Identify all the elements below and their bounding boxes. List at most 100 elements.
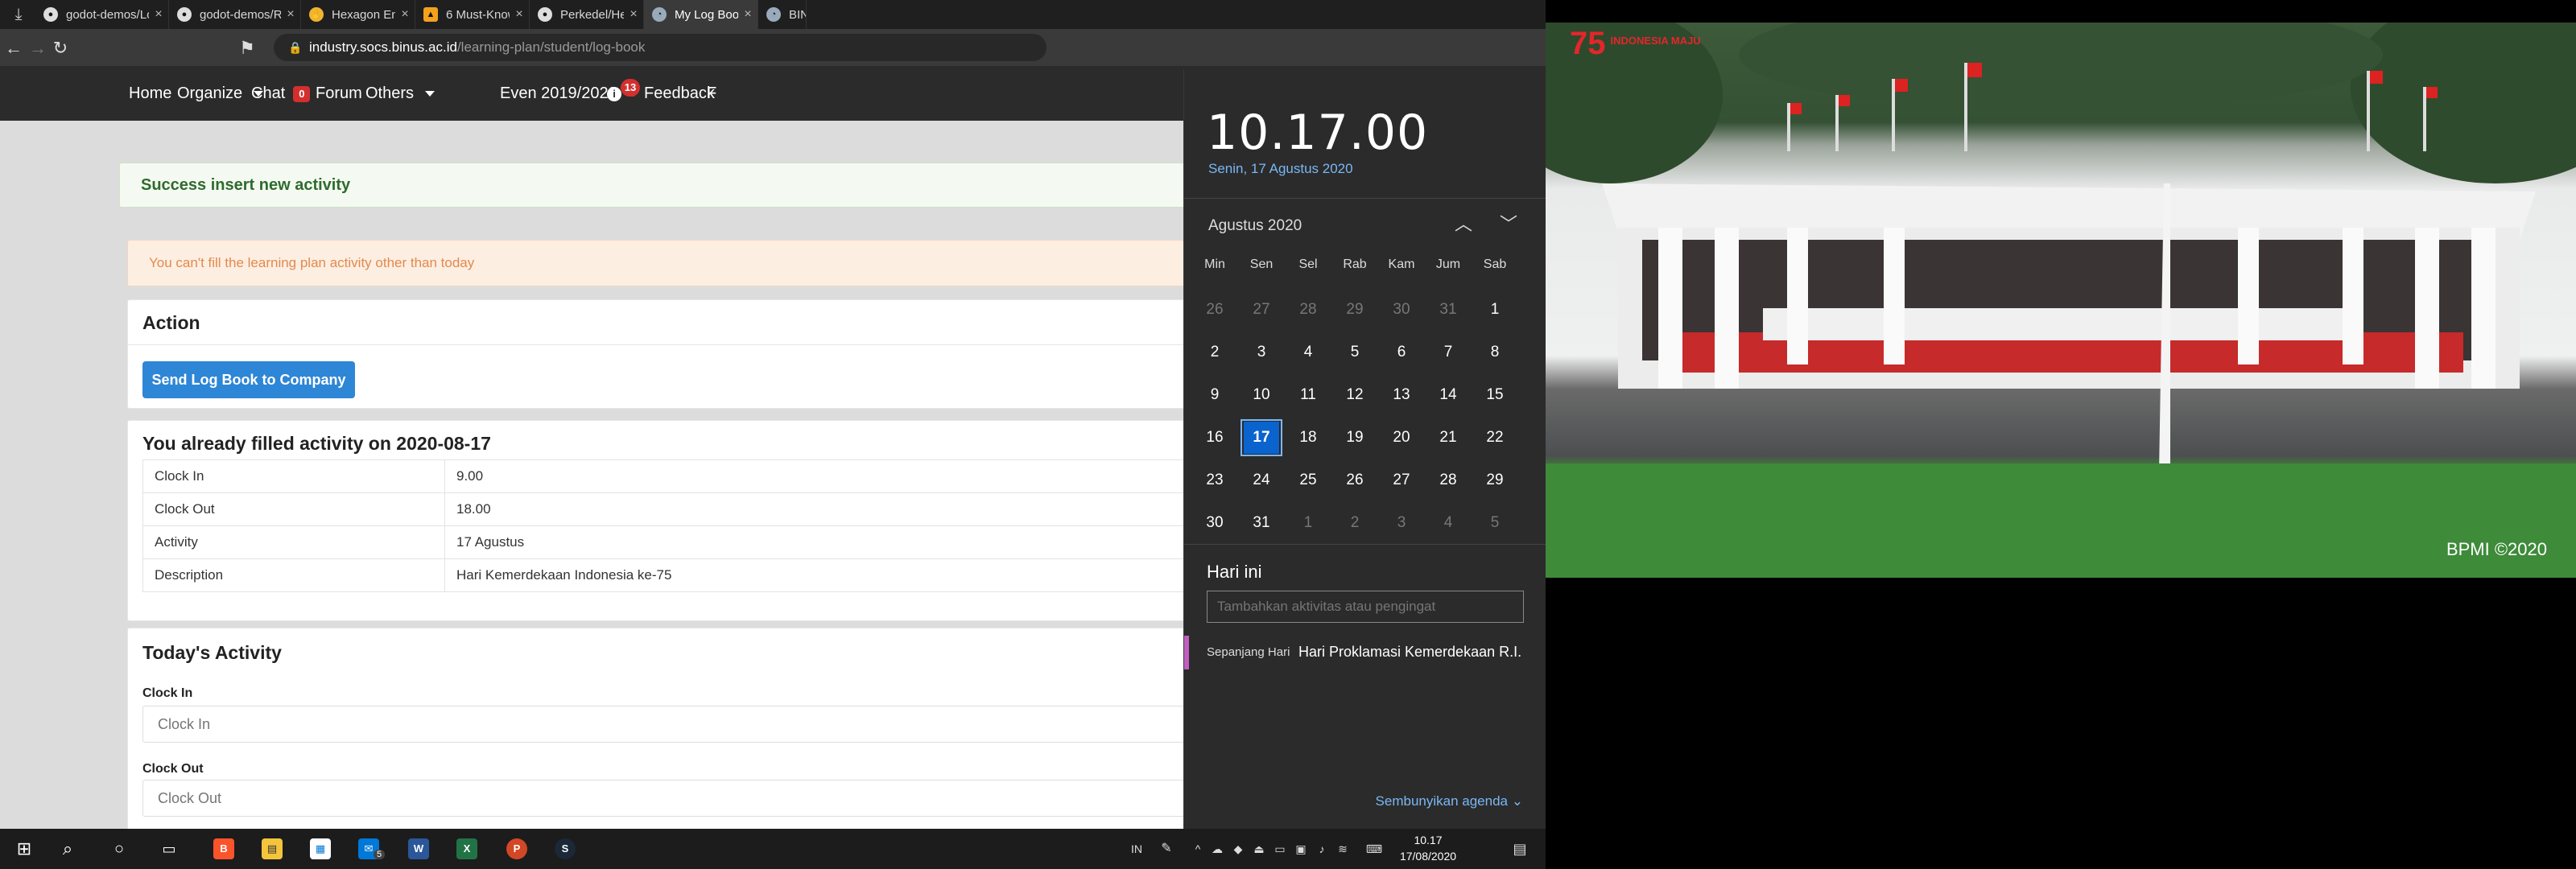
calendar-day[interactable]: 3: [1239, 332, 1284, 373]
close-icon[interactable]: ×: [395, 7, 415, 22]
hide-agenda-link[interactable]: Sembunyikan agenda ⌄: [1376, 793, 1523, 809]
volume-icon[interactable]: ♪: [1312, 829, 1331, 869]
calendar-day[interactable]: 2: [1192, 332, 1237, 373]
send-log-book-button[interactable]: Send Log Book to Company: [142, 361, 355, 398]
tab-log-book[interactable]: ◔ My Log Book ×: [644, 0, 758, 29]
battery-icon[interactable]: ▭: [1270, 829, 1290, 869]
excel-icon[interactable]: X: [443, 829, 491, 869]
forward-icon[interactable]: →: [27, 38, 48, 59]
word-icon[interactable]: W: [394, 829, 443, 869]
reload-icon[interactable]: ↻: [50, 38, 71, 59]
tab-firestore[interactable]: ▲ 6 Must-Know Firestore ×: [415, 0, 530, 29]
close-icon[interactable]: ×: [281, 7, 300, 22]
nav-item-cut[interactable]: F: [707, 66, 716, 121]
language-indicator[interactable]: IN: [1121, 829, 1153, 869]
calendar-day[interactable]: 4: [1426, 503, 1471, 543]
tab-register[interactable]: ● godot-demos/Register ×: [169, 0, 301, 29]
calendar-day[interactable]: 29: [1472, 460, 1517, 500]
calendar-day[interactable]: 8: [1472, 332, 1517, 373]
chevron-up-icon[interactable]: ^: [1190, 829, 1206, 869]
close-icon[interactable]: ×: [149, 7, 168, 22]
flyout-date-link[interactable]: Senin, 17 Agustus 2020: [1208, 161, 1353, 177]
calendar-day[interactable]: 26: [1192, 290, 1237, 330]
calendar-day[interactable]: 25: [1286, 460, 1331, 500]
close-icon[interactable]: ×: [738, 7, 758, 22]
store-icon[interactable]: ▦: [296, 829, 345, 869]
info-icon[interactable]: i: [607, 66, 621, 121]
calendar-day[interactable]: 24: [1239, 460, 1284, 500]
nav-forum[interactable]: Forum: [316, 66, 362, 121]
calendar-day[interactable]: 19: [1332, 418, 1377, 458]
calendar-day[interactable]: 2: [1332, 503, 1377, 543]
tab-login[interactable]: ● godot-demos/Login.gd ×: [35, 0, 169, 29]
agenda-event[interactable]: Sepanjang Hari Hari Proklamasi Kemerdeka…: [1184, 632, 1546, 673]
back-icon[interactable]: ←: [3, 38, 24, 59]
calendar-day[interactable]: 27: [1379, 460, 1424, 500]
calendar-day[interactable]: 31: [1239, 503, 1284, 543]
usb-icon[interactable]: ⏏: [1249, 829, 1269, 869]
calendar-day[interactable]: 5: [1472, 503, 1517, 543]
calendar-day[interactable]: 7: [1426, 332, 1471, 373]
cortana-icon[interactable]: ○: [95, 829, 143, 869]
pen-icon[interactable]: ✎: [1154, 829, 1179, 869]
tab-hexagon[interactable]: ✋ Hexagon Engine – Data ×: [301, 0, 415, 29]
calendar-day[interactable]: 14: [1426, 375, 1471, 415]
close-icon[interactable]: ×: [624, 7, 643, 22]
nav-feedback[interactable]: Feedback: [644, 66, 715, 121]
tab-binus[interactable]: ◔ BINUS: [758, 0, 807, 29]
calendar-day[interactable]: 1: [1472, 290, 1517, 330]
keyboard-icon[interactable]: ⌨: [1360, 829, 1388, 869]
monitor-icon[interactable]: ▣: [1291, 829, 1311, 869]
download-icon[interactable]: ⤓: [5, 5, 32, 24]
calendar-day[interactable]: 26: [1332, 460, 1377, 500]
close-icon[interactable]: ×: [510, 7, 529, 22]
notification-center-icon[interactable]: ▤: [1504, 829, 1536, 869]
brave-icon[interactable]: B: [200, 829, 248, 869]
calendar-day[interactable]: 28: [1286, 290, 1331, 330]
calendar-day[interactable]: 30: [1379, 290, 1424, 330]
calendar-day[interactable]: 13: [1379, 375, 1424, 415]
calendar-day[interactable]: 18: [1286, 418, 1331, 458]
calendar-day[interactable]: 10: [1239, 375, 1284, 415]
mail-icon[interactable]: ✉ 5: [345, 829, 393, 869]
nav-chat[interactable]: Chat 0: [251, 66, 311, 121]
calendar-day[interactable]: 3: [1379, 503, 1424, 543]
powerpoint-icon[interactable]: P: [493, 829, 541, 869]
calendar-day[interactable]: 29: [1332, 290, 1377, 330]
tab-perkedel[interactable]: ● Perkedel/HexagonEngin ×: [530, 0, 644, 29]
calendar-day[interactable]: 21: [1426, 418, 1471, 458]
file-explorer-icon[interactable]: ▤: [248, 829, 296, 869]
nav-home[interactable]: Home: [129, 66, 171, 121]
calendar-day[interactable]: 20: [1379, 418, 1424, 458]
calendar-day[interactable]: 27: [1239, 290, 1284, 330]
calendar-day[interactable]: 12: [1332, 375, 1377, 415]
calendar-month[interactable]: Agustus 2020: [1208, 217, 1302, 235]
address-bar[interactable]: 🔒 industry.socs.binus.ac.id/learning-pla…: [274, 34, 1046, 61]
taskbar-clock[interactable]: 10.17 17/08/2020: [1388, 832, 1468, 864]
calendar-day[interactable]: 5: [1332, 332, 1377, 373]
cloud-icon[interactable]: ☁: [1208, 829, 1227, 869]
calendar-day[interactable]: 16: [1192, 418, 1237, 458]
calendar-day[interactable]: 22: [1472, 418, 1517, 458]
calendar-day[interactable]: 28: [1426, 460, 1471, 500]
calendar-day[interactable]: 31: [1426, 290, 1471, 330]
calendar-day[interactable]: 6: [1379, 332, 1424, 373]
calendar-day[interactable]: 4: [1286, 332, 1331, 373]
search-icon[interactable]: ⌕: [43, 829, 92, 869]
livestream-video[interactable]: 75 INDONESIA MAJU BPMI ©2020: [1546, 23, 2576, 578]
dropbox-icon[interactable]: ◆: [1228, 829, 1248, 869]
chevron-up-icon[interactable]: ︿: [1451, 212, 1476, 237]
calendar-day[interactable]: 15: [1472, 375, 1517, 415]
calendar-day[interactable]: 30: [1192, 503, 1237, 543]
wifi-icon[interactable]: ≋: [1333, 829, 1352, 869]
agenda-input[interactable]: [1207, 591, 1524, 623]
chevron-down-icon[interactable]: ﹀: [1496, 212, 1521, 237]
calendar-day[interactable]: 1: [1286, 503, 1331, 543]
steam-icon[interactable]: S: [541, 829, 589, 869]
nav-others[interactable]: Others: [365, 66, 435, 121]
windows-start-icon[interactable]: ⊞: [0, 829, 48, 869]
calendar-day[interactable]: 23: [1192, 460, 1237, 500]
calendar-day[interactable]: 9: [1192, 375, 1237, 415]
task-view-icon[interactable]: ▭: [145, 829, 193, 869]
bookmark-icon[interactable]: ⚑: [237, 38, 258, 59]
